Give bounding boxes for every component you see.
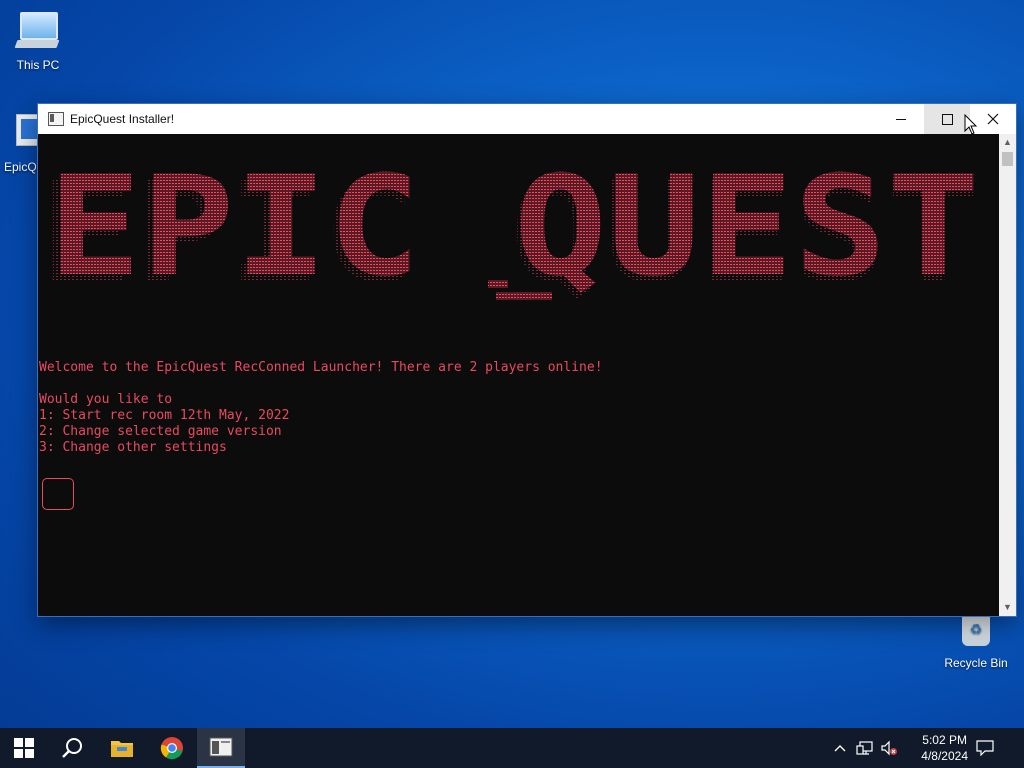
start-button[interactable] <box>0 728 48 768</box>
search-button[interactable] <box>48 728 96 768</box>
minimize-icon <box>896 118 906 120</box>
taskbar-clock[interactable]: 5:02 PM 4/8/2024 <box>921 732 968 764</box>
choice-input[interactable] <box>42 478 74 510</box>
notification-icon <box>976 740 994 756</box>
desktop-icon-this-pc[interactable]: This PC <box>6 10 70 72</box>
epicquest-terminal-icon <box>209 737 233 757</box>
desktop-icon-recycle-bin[interactable]: ♻ Recycle Bin <box>942 608 1010 670</box>
mouse-cursor-icon <box>964 114 978 135</box>
clock-date: 4/8/2024 <box>921 749 968 763</box>
volume-muted-icon <box>881 740 897 756</box>
taskbar: 5:02 PM 4/8/2024 <box>0 728 1024 768</box>
desktop-icon-label: This PC <box>16 58 60 72</box>
window-titlebar[interactable]: EpicQuest Installer! <box>38 104 1016 134</box>
scroll-thumb[interactable] <box>1002 152 1013 166</box>
taskbar-epicquest-installer[interactable] <box>197 728 245 768</box>
close-icon <box>987 113 999 125</box>
option-1: 1: Start rec room 12th May, 2022 <box>39 408 290 423</box>
computer-icon <box>14 10 62 54</box>
maximize-icon <box>941 113 953 125</box>
search-icon <box>62 738 82 758</box>
console-text: Welcome to the EpicQuest RecConned Launc… <box>39 360 603 456</box>
network-status[interactable] <box>854 728 876 768</box>
minimize-button[interactable] <box>878 104 924 134</box>
scroll-up-icon[interactable]: ▲ <box>999 134 1016 151</box>
show-hidden-icons[interactable] <box>830 728 850 768</box>
svg-text:EPIC QUEST: EPIC QUEST <box>48 162 980 307</box>
volume-status[interactable] <box>878 728 900 768</box>
taskbar-file-explorer[interactable] <box>98 728 146 768</box>
vertical-scrollbar[interactable]: ▲ ▼ <box>999 134 1016 616</box>
window-title: EpicQuest Installer! <box>70 112 175 126</box>
windows-start-icon <box>14 738 34 758</box>
clock-time: 5:02 PM <box>922 733 967 747</box>
option-3: 3: Change other settings <box>39 440 227 455</box>
chrome-icon <box>160 737 183 760</box>
action-center-button[interactable] <box>972 728 998 768</box>
epicquest-installer-window: EpicQuest Installer! EPIC QUEST EPIC QUE… <box>38 104 1016 616</box>
taskbar-chrome[interactable] <box>148 728 196 768</box>
epic-quest-ascii-banner: EPIC QUEST EPIC QUEST <box>40 162 980 312</box>
scroll-down-icon[interactable]: ▼ <box>999 599 1016 616</box>
prompt-line: Would you like to <box>39 392 173 407</box>
chevron-up-icon <box>834 745 846 752</box>
option-2: 2: Change selected game version <box>39 424 282 439</box>
file-explorer-icon <box>111 741 133 757</box>
desktop-icon-label: Recycle Bin <box>944 656 1008 670</box>
console-output: EPIC QUEST EPIC QUEST Welcome to the Epi… <box>38 134 999 616</box>
welcome-line: Welcome to the EpicQuest RecConned Launc… <box>39 360 603 375</box>
network-icon <box>856 741 873 755</box>
console-app-icon <box>48 112 64 126</box>
